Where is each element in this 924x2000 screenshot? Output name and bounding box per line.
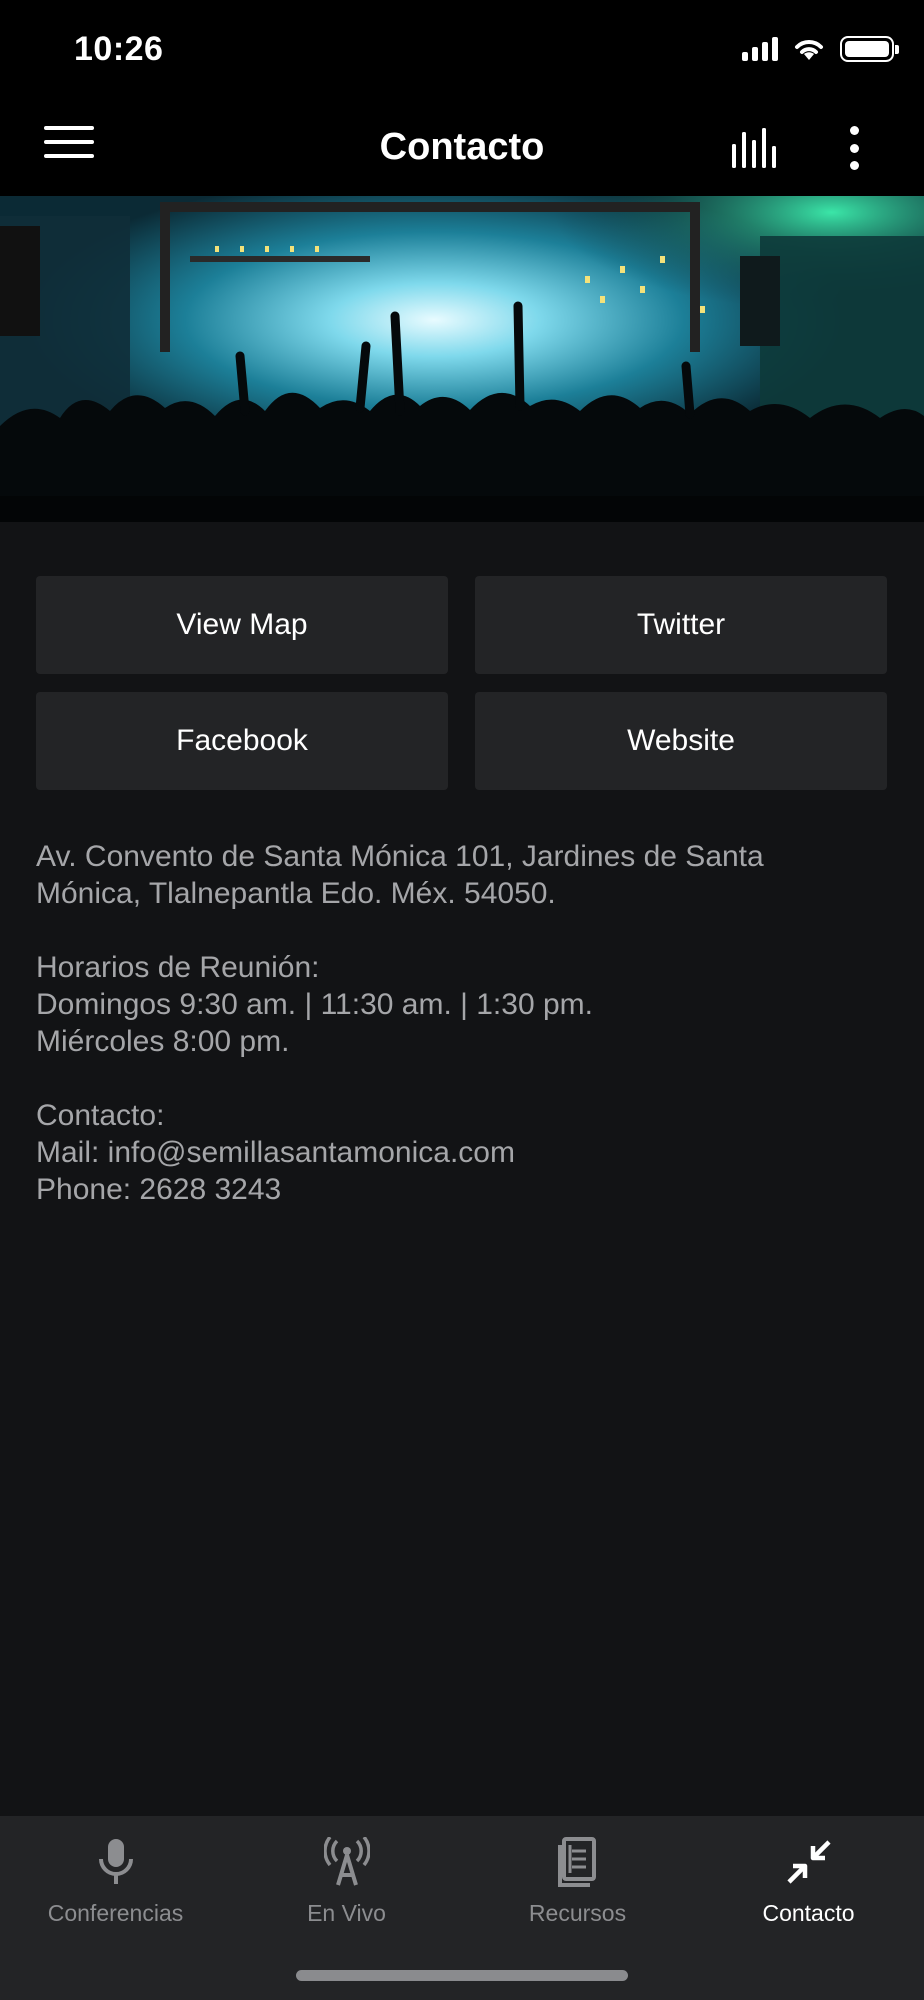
more-options-icon[interactable]: [840, 122, 868, 174]
broadcast-icon: [323, 1837, 370, 1886]
schedule-title: Horarios de Reunión:: [36, 951, 320, 984]
schedule-sunday: Domingos 9:30 am. | 11:30 am. | 1:30 pm.: [36, 988, 593, 1021]
address-line: Av. Convento de Santa Mónica 101, Jardin…: [36, 840, 764, 873]
schedule-wednesday: Miércoles 8:00 pm.: [36, 1025, 290, 1058]
home-indicator[interactable]: [296, 1970, 628, 1981]
tab-contacto[interactable]: Contacto: [693, 1816, 924, 1946]
app-bar: Contacto: [0, 100, 924, 196]
battery-icon: [840, 36, 899, 62]
microphone-icon: [98, 1839, 133, 1884]
view-map-button[interactable]: View Map: [36, 576, 448, 674]
tab-en-vivo[interactable]: En Vivo: [231, 1816, 462, 1946]
status-bar: 10:26: [0, 0, 924, 100]
tab-label: En Vivo: [307, 1900, 386, 1926]
address-line: Mónica, Tlalnepantla Edo. Méx. 54050.: [36, 877, 556, 910]
website-button[interactable]: Website: [475, 692, 887, 790]
tab-label: Recursos: [528, 1900, 627, 1926]
contact-title: Contacto:: [36, 1099, 165, 1132]
contact-info: Av. Convento de Santa Mónica 101, Jardin…: [36, 838, 896, 1208]
page-title: Contacto: [379, 126, 545, 168]
contact-phone: Phone: 2628 3243: [36, 1173, 282, 1206]
header-banner-image: [0, 196, 924, 522]
wifi-icon: [795, 40, 823, 60]
compress-icon: [786, 1840, 831, 1884]
tab-conferencias[interactable]: Conferencias: [0, 1816, 231, 1946]
tab-label: Conferencias: [47, 1900, 184, 1926]
contact-mail: Mail: info@semillasantamonica.com: [36, 1136, 515, 1169]
tab-label: Contacto: [762, 1900, 855, 1926]
facebook-button[interactable]: Facebook: [36, 692, 448, 790]
document-icon: [557, 1837, 596, 1887]
tab-recursos[interactable]: Recursos: [462, 1816, 693, 1946]
twitter-button[interactable]: Twitter: [475, 576, 887, 674]
cellular-signal-icon: [742, 37, 778, 61]
equalizer-icon[interactable]: [730, 126, 782, 170]
status-time: 10:26: [74, 30, 164, 68]
status-icons: [742, 36, 899, 62]
